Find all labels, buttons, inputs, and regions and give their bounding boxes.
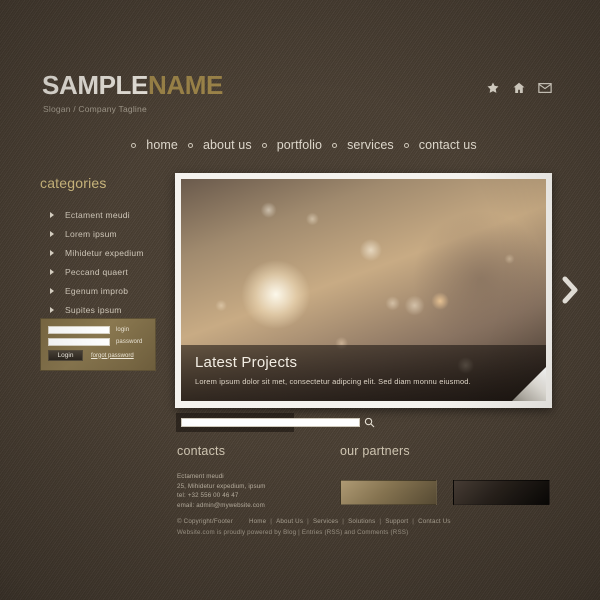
slider: Latest Projects Lorem ipsum dolor sit me… — [175, 173, 552, 408]
sidebar-item-label: Mihidetur expedium — [65, 247, 144, 258]
category-list: Ectament meudi Lorem ipsum Mihidetur exp… — [40, 205, 170, 319]
sidebar-item-egenum-improb[interactable]: Egenum improb — [40, 281, 170, 300]
sidebar-item-peccand-quaert[interactable]: Peccand quaert — [40, 262, 170, 281]
footer-link-services[interactable]: Services — [313, 518, 338, 525]
sidebar-item-label: Egenum improb — [65, 285, 129, 296]
logo-text-primary: SAMPLE — [42, 70, 148, 100]
contacts-details: Ectament meudi 25, Mihidetur expedium, i… — [177, 472, 327, 510]
home-icon[interactable] — [511, 80, 526, 95]
footer-link-support[interactable]: Support — [385, 518, 408, 525]
page-root: SAMPLENAME Slogan / Company Tagline home… — [0, 0, 600, 600]
partners-section: our partners — [340, 444, 555, 505]
sidebar-item-label: Supites ipsum — [65, 304, 122, 315]
arrow-right-icon — [50, 249, 54, 256]
footer-link-contact-us[interactable]: Contact Us — [418, 518, 451, 525]
slider-caption: Latest Projects Lorem ipsum dolor sit me… — [181, 345, 546, 401]
arrow-right-icon — [50, 268, 54, 275]
footer-link-solutions[interactable]: Solutions — [348, 518, 375, 525]
contact-line-phone: tel: +32 556 00 46 47 — [177, 492, 239, 499]
sidebar-item-ectament-meudi[interactable]: Ectament meudi — [40, 205, 170, 224]
partner-logo-1[interactable] — [340, 480, 437, 505]
footer-separator: | — [342, 518, 345, 525]
star-icon[interactable] — [485, 80, 500, 95]
login-username-label: login — [116, 327, 130, 333]
nav-label: about us — [202, 138, 252, 152]
slider-caption-title: Latest Projects — [195, 354, 298, 371]
contact-line-email[interactable]: email: admin@mywebsite.com — [177, 501, 327, 511]
site-header: SAMPLENAME Slogan / Company Tagline — [0, 60, 600, 115]
footer-separator: | — [270, 518, 273, 525]
site-footer: © Copyright/Footer Home | About Us | Ser… — [177, 518, 517, 536]
nav-bullet-icon — [131, 142, 137, 148]
partner-logos — [340, 480, 555, 505]
nav-item-portfolio[interactable]: portfolio — [253, 138, 323, 152]
search-icon[interactable] — [364, 417, 375, 428]
partner-logo-2[interactable] — [453, 480, 550, 505]
arrow-right-icon — [50, 287, 54, 294]
footer-separator: | — [412, 518, 415, 525]
forgot-password-link[interactable]: forgot password — [91, 353, 134, 359]
main-navigation: home about us portfolio services contact… — [0, 138, 600, 152]
nav-item-contact-us[interactable]: contact us — [395, 138, 478, 152]
footer-separator: | — [379, 518, 382, 525]
mail-icon[interactable] — [537, 80, 552, 95]
contacts-section: contacts Ectament meudi 25, Mihidetur ex… — [177, 444, 327, 510]
nav-item-services[interactable]: services — [323, 138, 395, 152]
nav-label: home — [146, 138, 178, 152]
login-password-input[interactable] — [48, 338, 110, 346]
sidebar-item-label: Peccand quaert — [65, 266, 129, 277]
login-username-row: login — [48, 326, 148, 334]
social-icons — [485, 80, 552, 95]
sidebar-item-mihidetur-expedium[interactable]: Mihidetur expedium — [40, 243, 170, 262]
sidebar-item-lorem-ipsum[interactable]: Lorem ipsum — [40, 224, 170, 243]
nav-bullet-icon — [261, 142, 267, 148]
footer-links-row: © Copyright/Footer Home | About Us | Ser… — [177, 518, 517, 525]
logo-text-secondary: NAME — [147, 70, 223, 100]
nav-label: portfolio — [276, 138, 323, 152]
slider-next-button[interactable] — [557, 272, 583, 308]
nav-bullet-icon — [187, 142, 193, 148]
sidebar-item-label: Ectament meudi — [65, 209, 130, 220]
slider-image-bokeh[interactable]: Latest Projects Lorem ipsum dolor sit me… — [181, 179, 546, 401]
arrow-right-icon — [50, 211, 54, 218]
nav-label: contact us — [418, 138, 477, 152]
footer-link-home[interactable]: Home — [249, 518, 266, 525]
login-username-input[interactable] — [48, 326, 110, 334]
sidebar-title: categories — [40, 175, 107, 191]
login-password-row: password — [48, 338, 148, 346]
footer-separator: | — [307, 518, 309, 525]
login-password-label: password — [116, 339, 143, 345]
sidebar: categories Ectament meudi Lorem ipsum Mi… — [40, 175, 170, 319]
site-tagline: Slogan / Company Tagline — [43, 104, 147, 114]
slider-frame: Latest Projects Lorem ipsum dolor sit me… — [175, 173, 552, 408]
arrow-right-icon — [50, 230, 54, 237]
search-input[interactable] — [181, 418, 360, 427]
nav-item-about-us[interactable]: about us — [179, 138, 253, 152]
contacts-title: contacts — [177, 444, 226, 458]
contact-line-address: 25, Mihidetur expedium, ipsum — [177, 482, 266, 490]
nav-item-home[interactable]: home — [122, 138, 179, 152]
slider-caption-text: Lorem ipsum dolor sit met, consectetur a… — [195, 377, 471, 386]
nav-label: services — [347, 138, 394, 152]
footer-copyright: © Copyright/Footer — [177, 518, 233, 525]
arrow-right-icon — [50, 306, 54, 313]
site-logo[interactable]: SAMPLENAME — [42, 72, 223, 98]
login-actions: Login forgot password — [48, 350, 148, 361]
sidebar-item-supites-ipsum[interactable]: Supites ipsum — [40, 300, 170, 319]
search-bar — [176, 413, 375, 432]
footer-credit: Website.com is proudly powered by Blog |… — [177, 529, 409, 536]
partners-title: our partners — [340, 444, 410, 458]
nav-bullet-icon — [332, 142, 338, 148]
footer-link-about-us[interactable]: About Us — [276, 518, 303, 525]
contact-line-company: Ectament meudi — [177, 473, 224, 480]
login-button[interactable]: Login — [48, 350, 83, 361]
nav-bullet-icon — [403, 142, 409, 148]
login-box: login password Login forgot password — [40, 318, 156, 371]
sidebar-item-label: Lorem ipsum — [65, 228, 117, 239]
